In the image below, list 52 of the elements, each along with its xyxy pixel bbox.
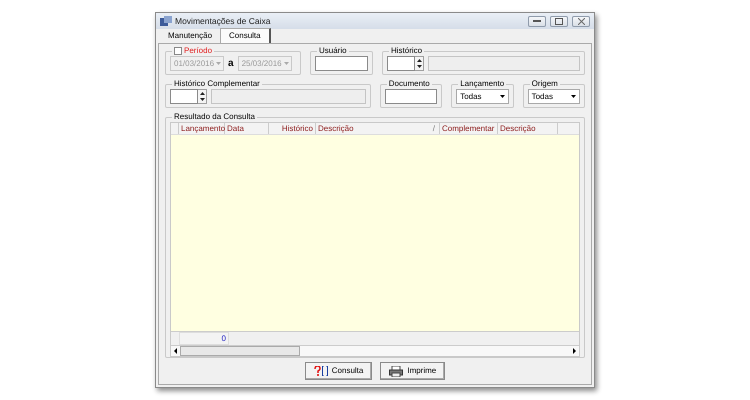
column-header[interactable]: Lançamento: [179, 123, 225, 134]
origin-label: Origem: [532, 79, 558, 89]
complementary-code-field[interactable]: [170, 89, 198, 104]
printer-icon: [389, 366, 404, 376]
row-count: 0: [179, 332, 229, 345]
spin-button[interactable]: [415, 56, 424, 71]
up-arrow-icon: [416, 58, 422, 62]
history-code-field[interactable]: [387, 56, 415, 71]
history-label: Histórico: [391, 46, 422, 56]
entry-type-label: Lançamento: [460, 79, 504, 89]
tab[interactable]: Consulta: [220, 28, 271, 43]
range-separator: a: [228, 57, 234, 71]
origin-dropdown[interactable]: Todas: [528, 89, 580, 104]
caret-icon: [284, 62, 289, 65]
up-arrow-icon: [200, 92, 204, 95]
app-icon: [160, 16, 172, 26]
checkbox[interactable]: [174, 47, 182, 55]
column-header[interactable]: Data: [225, 123, 269, 134]
history-description-field[interactable]: [428, 56, 580, 71]
print-button[interactable]: Imprime: [380, 362, 446, 380]
maximize-button[interactable]: [550, 16, 568, 26]
caret-icon: [571, 95, 576, 98]
minimize-icon: [533, 20, 541, 22]
maximize-icon: [555, 18, 563, 24]
column-header[interactable]: Histórico: [269, 123, 316, 134]
window-title: Movimentações de Caixa: [175, 14, 270, 28]
close-icon: [578, 18, 584, 24]
query-icon: [314, 366, 328, 376]
spin-button[interactable]: [198, 89, 207, 104]
document-label: Documento: [388, 79, 430, 89]
column-header[interactable]: Descrição: [318, 123, 354, 134]
tab[interactable]: Manutenção: [160, 29, 220, 43]
down-arrow-icon: [416, 65, 422, 68]
user-field[interactable]: [315, 56, 368, 71]
results-label: Resultado da Consulta: [174, 112, 255, 122]
user-label: Usuário: [319, 46, 347, 56]
horizontal-scrollbar[interactable]: [171, 345, 579, 356]
sort-indicator: /: [432, 123, 436, 134]
column-header[interactable]: Descrição: [498, 123, 558, 134]
caret-icon: [500, 95, 505, 98]
entry-type-dropdown[interactable]: Todas: [456, 89, 509, 104]
complementary-description-field[interactable]: [211, 89, 366, 104]
caret-icon: [216, 62, 222, 65]
minimize-button[interactable]: [528, 16, 546, 26]
complementary-history-label: Histórico Complementar: [174, 79, 260, 89]
down-arrow-icon: [200, 98, 204, 102]
right-arrow-icon: [570, 346, 579, 356]
period-label: Período: [184, 46, 212, 56]
close-button[interactable]: [572, 16, 590, 26]
column-header[interactable]: Complementar: [440, 123, 498, 134]
document-field[interactable]: [384, 89, 438, 104]
query-button[interactable]: Consulta: [304, 362, 372, 380]
